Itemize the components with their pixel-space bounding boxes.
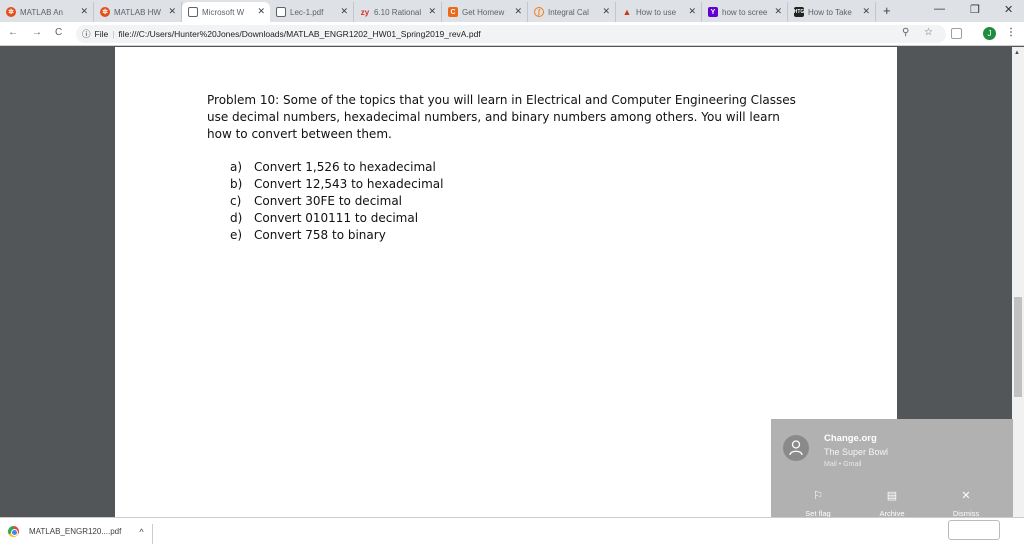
dismiss-button[interactable]: ✕ Dismiss [931,489,1001,518]
forward-button[interactable]: → [32,27,42,38]
scheme-label: File [94,29,109,39]
list-item: a) Convert 1,526 to hexadecimal [230,160,436,174]
archive-icon: ▤ [886,490,898,502]
maximize-button[interactable]: ❐ [970,3,980,16]
tab-close-icon[interactable]: ✕ [774,6,782,17]
list-item: b) Convert 12,543 to hexadecimal [230,177,444,191]
profile-avatar[interactable]: J [983,27,996,40]
extension-icon[interactable] [951,28,962,39]
flag-icon: ⚐ [813,490,823,502]
matlab-icon: ✲ [100,7,110,17]
close-icon: ✕ [961,490,971,502]
person-icon [783,435,809,461]
new-tab-button[interactable]: + [883,3,891,18]
tab-close-icon[interactable]: ✕ [168,6,176,17]
tab-0[interactable]: ✲ MATLAB An ✕ [0,2,94,22]
bookmark-star-icon[interactable]: ☆ [924,27,933,38]
problem-text: Problem 10: Some of the topics that you … [207,93,796,141]
wolfram-icon: ∫ [534,7,544,17]
matlab-peak-icon: ▲ [622,7,632,17]
download-item[interactable]: MATLAB_ENGR120....pdf ^ [8,526,144,537]
tab-close-icon[interactable]: ✕ [257,6,265,17]
tab-strip: ✲ MATLAB An ✕ ✲ MATLAB HW ✕ Microsoft W … [0,0,1024,22]
list-item: e) Convert 758 to binary [230,228,386,242]
tab-1[interactable]: ✲ MATLAB HW ✕ [94,2,182,22]
tab-close-icon[interactable]: ✕ [862,6,870,17]
document-icon [276,7,286,17]
howtogeek-icon: HTG [793,7,805,17]
menu-icon[interactable]: ⋮ [1006,27,1016,38]
divider [152,524,153,544]
list-item: d) Convert 010111 to decimal [230,211,419,225]
notification-source: Mail • Gmail [824,461,862,468]
back-button[interactable]: ← [8,27,18,38]
scroll-up-icon[interactable]: ▲ [1014,50,1020,56]
notification-subtitle: The Super Bowl [824,447,889,457]
chegg-icon: C [448,7,458,17]
tab-3[interactable]: Lec-1.pdf ✕ [270,2,354,22]
tab-close-icon[interactable]: ✕ [340,6,348,17]
tab-6[interactable]: ∫ Integral Cal ✕ [528,2,616,22]
list-item: c) Convert 30FE to decimal [230,194,403,208]
tab-close-icon[interactable]: ✕ [80,6,88,17]
problem-list: a) Convert 1,526 to hexadecimal b) Convert… [230,159,443,244]
close-window-button[interactable]: ✕ [1004,3,1013,16]
tab-close-icon[interactable]: ✕ [514,6,522,17]
tab-close-icon[interactable]: ✕ [428,6,436,17]
download-shelf: MATLAB_ENGR120....pdf ^ [0,517,1024,549]
archive-button[interactable]: ▤ Archive [857,489,927,518]
zybooks-icon: zy [360,7,370,17]
address-bar[interactable]: ⓘ File | file:///C:/Users/Hunter%20Jones… [76,25,946,43]
zoom-icon[interactable]: ⚲ [902,27,909,38]
download-menu-caret[interactable]: ^ [139,527,143,537]
tab-close-icon[interactable]: ✕ [602,6,610,17]
tab-2[interactable]: Microsoft W ✕ [182,2,270,22]
vertical-scrollbar[interactable]: ▲ [1012,47,1024,517]
info-icon[interactable]: ⓘ [82,28,91,40]
chrome-file-icon [8,526,19,537]
divider: | [112,29,115,39]
yahoo-icon: Y [708,7,718,17]
set-flag-button[interactable]: ⚐ Set flag [783,489,853,518]
download-filename: MATLAB_ENGR120....pdf [29,527,122,536]
document-icon [188,7,198,17]
scrollbar-thumb[interactable] [1014,297,1022,397]
reload-button[interactable]: C [55,27,62,38]
tab-7[interactable]: ▲ How to use ✕ [616,2,702,22]
minimize-button[interactable]: — [934,3,945,15]
tab-8[interactable]: Y how to scree ✕ [702,2,788,22]
show-all-button[interactable] [948,520,1000,540]
url-text[interactable]: file:///C:/Users/Hunter%20Jones/Download… [118,29,480,39]
browser-toolbar: ← → C ⓘ File | file:///C:/Users/Hunter%2… [0,22,1024,46]
tab-4[interactable]: zy 6.10 Rational ✕ [354,2,442,22]
tab-9[interactable]: HTG How to Take ✕ [788,2,876,22]
matlab-icon: ✲ [6,7,16,17]
tab-close-icon[interactable]: ✕ [688,6,696,17]
tab-5[interactable]: C Get Homew ✕ [442,2,528,22]
notification-title: Change.org [824,433,877,444]
